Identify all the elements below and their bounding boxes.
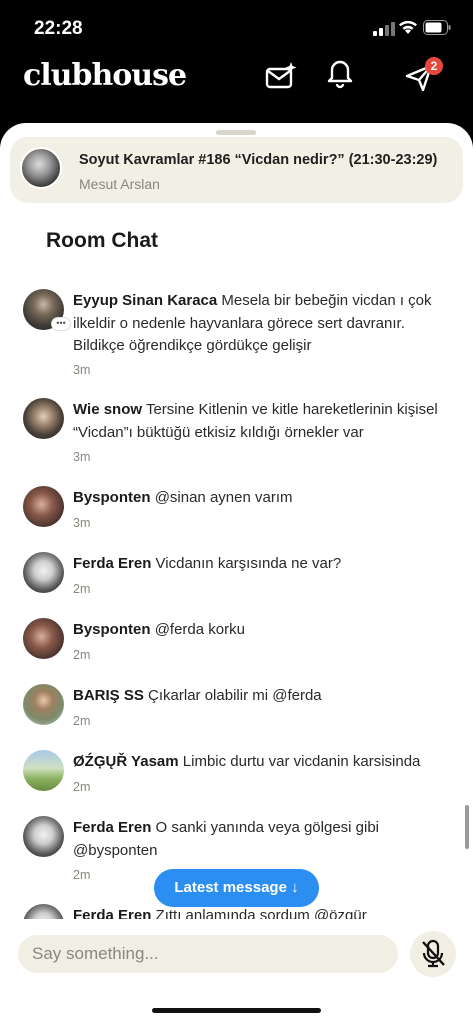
avatar[interactable] <box>23 486 64 527</box>
latest-message-button[interactable]: Latest message ↓ <box>154 869 319 907</box>
avatar[interactable] <box>23 684 64 725</box>
message-author[interactable]: Bysponten <box>73 489 151 506</box>
message-time: 3m <box>73 363 91 377</box>
status-time: 22:28 <box>34 18 83 39</box>
mail-sparkle-icon[interactable] <box>264 60 298 94</box>
avatar[interactable] <box>23 398 64 439</box>
battery-icon <box>423 20 451 35</box>
message-author[interactable]: Ferda Eren <box>73 555 151 572</box>
status-bar: 22:28 <box>0 0 473 56</box>
mic-off-icon <box>422 939 445 968</box>
message-text: @sinan aynen varım <box>154 489 293 506</box>
room-avatar <box>20 147 62 189</box>
signal-icon <box>373 22 395 36</box>
scrollbar[interactable] <box>465 805 469 849</box>
wifi-icon <box>399 20 417 34</box>
message-time: 3m <box>73 516 91 530</box>
message-author[interactable]: Bysponten <box>73 621 151 638</box>
message-author[interactable]: Ferda Eren <box>73 819 151 836</box>
message-time: 2m <box>73 868 91 882</box>
app-header: clubhouse <box>0 56 473 120</box>
chat-input[interactable] <box>18 935 398 973</box>
message-text: Vicdanın karşısında ne var? <box>155 555 342 572</box>
message-text: Çıkarlar olabilir mi @ferda <box>148 687 322 704</box>
message-author[interactable]: Eyyup Sinan Karaca <box>73 292 217 309</box>
room-title: Soyut Kavramlar #186 “Vicdan nedir?” (21… <box>79 152 438 168</box>
notification-badge: 2 <box>425 57 443 75</box>
composer-bar <box>0 919 473 1024</box>
more-icon[interactable]: ••• <box>51 317 71 331</box>
home-indicator <box>152 1008 321 1013</box>
message-time: 3m <box>73 450 91 464</box>
message-time: 2m <box>73 648 91 662</box>
room-banner[interactable]: Soyut Kavramlar #186 “Vicdan nedir?” (21… <box>10 137 463 203</box>
app-logo: clubhouse <box>23 58 187 93</box>
message-author[interactable]: Wie snow <box>73 401 142 418</box>
avatar[interactable] <box>23 750 64 791</box>
room-chat-sheet: Soyut Kavramlar #186 “Vicdan nedir?” (21… <box>0 123 473 1024</box>
room-host: Mesut Arslan <box>79 176 160 192</box>
message-time: 2m <box>73 714 91 728</box>
avatar[interactable] <box>23 618 64 659</box>
message-author[interactable]: BARIŞ SS <box>73 687 144 704</box>
message-text: Limbic durtu var vicdanin karsisinda <box>182 753 421 770</box>
message-author[interactable]: ØŹĢŲŘ Yasam <box>73 753 179 770</box>
sheet-grabber[interactable] <box>216 130 256 135</box>
bell-icon[interactable] <box>323 56 357 90</box>
avatar[interactable] <box>23 552 64 593</box>
chat-heading: Room Chat <box>46 229 158 252</box>
message-text: @ferda korku <box>154 621 245 638</box>
message-time: 2m <box>73 780 91 794</box>
mic-button[interactable] <box>410 931 456 977</box>
message-time: 2m <box>73 582 91 596</box>
avatar[interactable] <box>23 816 64 857</box>
